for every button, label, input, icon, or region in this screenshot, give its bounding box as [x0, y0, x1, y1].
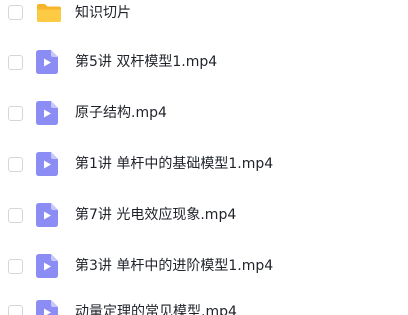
file-name[interactable]: 动量定理的常见模型.mp4 — [75, 303, 237, 315]
file-name[interactable]: 第7讲 光电效应现象.mp4 — [75, 206, 236, 224]
row-checkbox[interactable] — [8, 106, 23, 121]
row-checkbox[interactable] — [8, 305, 23, 315]
file-name[interactable]: 知识切片 — [75, 4, 131, 22]
file-name[interactable]: 第3讲 单杆中的进阶模型1.mp4 — [75, 257, 273, 275]
file-list: 知识切片 第5讲 双杆模型1.mp4 原子结构.mp4 第1讲 单杆中的基础模型… — [0, 0, 408, 315]
row-checkbox[interactable] — [8, 208, 23, 223]
file-row-video[interactable]: 第1讲 单杆中的基础模型1.mp4 — [0, 149, 408, 179]
row-checkbox[interactable] — [8, 259, 23, 274]
file-name[interactable]: 第1讲 单杆中的基础模型1.mp4 — [75, 155, 273, 173]
file-name[interactable]: 第5讲 双杆模型1.mp4 — [75, 53, 217, 71]
video-file-icon — [36, 101, 58, 129]
video-file-icon — [36, 254, 58, 282]
video-file-icon — [36, 203, 58, 231]
row-checkbox[interactable] — [8, 157, 23, 172]
file-name[interactable]: 原子结构.mp4 — [75, 104, 167, 122]
video-file-icon — [36, 50, 58, 78]
file-row-folder[interactable]: 知识切片 — [0, 0, 408, 30]
video-file-icon — [36, 152, 58, 180]
file-row-video[interactable]: 第5讲 双杆模型1.mp4 — [0, 47, 408, 77]
row-checkbox[interactable] — [8, 55, 23, 70]
folder-icon — [36, 3, 62, 27]
file-row-video[interactable]: 原子结构.mp4 — [0, 98, 408, 128]
file-row-video[interactable]: 第3讲 单杆中的进阶模型1.mp4 — [0, 251, 408, 281]
row-checkbox[interactable] — [8, 5, 23, 20]
file-row-video[interactable]: 第7讲 光电效应现象.mp4 — [0, 200, 408, 230]
file-row-video[interactable]: 动量定理的常见模型.mp4 — [0, 297, 408, 315]
video-file-icon — [36, 300, 58, 315]
